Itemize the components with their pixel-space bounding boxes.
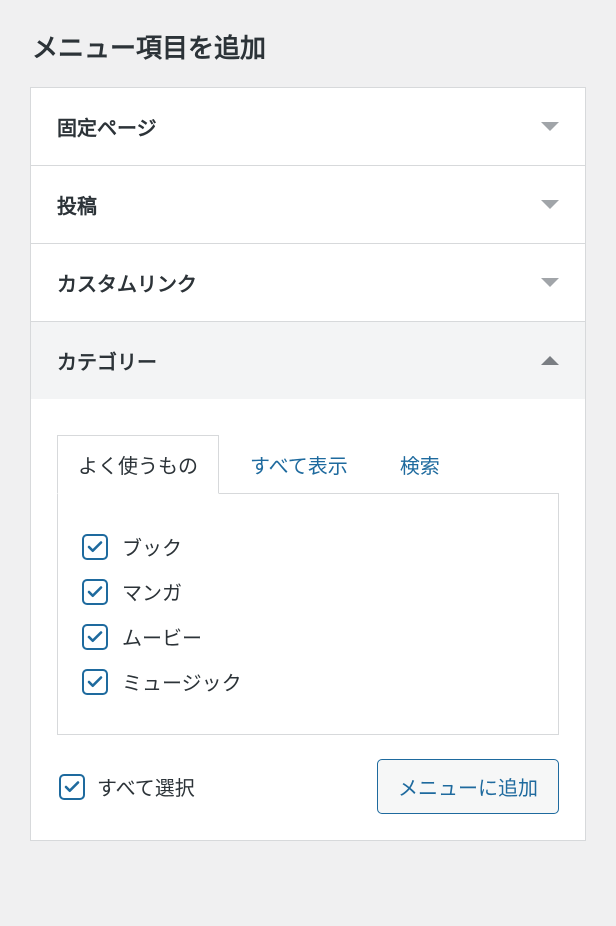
list-item: ムービー [82,614,534,659]
checkbox-category-0[interactable] [82,534,108,560]
accordion-toggle-posts[interactable]: 投稿 [31,166,585,243]
checkbox-category-3[interactable] [82,669,108,695]
accordion-section-categories: カテゴリー よく使うもの すべて表示 検索 ブック [31,322,585,840]
checkbox-category-2[interactable] [82,624,108,650]
accordion-title-posts: 投稿 [57,190,97,219]
accordion-section-custom-links: カスタムリンク [31,244,585,322]
list-item: ブック [82,524,534,569]
accordion-title-pages: 固定ページ [57,112,157,141]
select-all-group: すべて選択 [59,772,195,801]
check-icon [63,778,81,796]
check-icon [86,628,104,646]
accordion-title-categories: カテゴリー [57,346,157,375]
accordion-toggle-custom-links[interactable]: カスタムリンク [31,244,585,321]
category-label: マンガ [122,577,182,606]
list-item: マンガ [82,569,534,614]
accordion-section-posts: 投稿 [31,166,585,244]
accordion-container: 固定ページ 投稿 カスタムリンク カテゴリー よく使うもの すべて表示 検索 [30,87,586,841]
category-label: ブック [122,532,182,561]
caret-down-icon [541,122,559,131]
category-check-list: ブック マンガ ムービー [82,524,534,704]
tab-view-all[interactable]: すべて表示 [229,435,369,494]
category-label: ミュージック [122,667,242,696]
add-to-menu-button[interactable]: メニューに追加 [377,759,559,814]
caret-down-icon [541,278,559,287]
accordion-title-custom-links: カスタムリンク [57,268,197,297]
accordion-section-pages: 固定ページ [31,88,585,166]
panel-footer-row: すべて選択 メニューに追加 [57,735,559,814]
caret-down-icon [541,200,559,209]
panel-heading: メニュー項目を追加 [0,0,616,87]
category-label: ムービー [122,622,202,651]
checkbox-category-1[interactable] [82,579,108,605]
select-all-label: すべて選択 [97,772,195,801]
check-icon [86,583,104,601]
tab-most-used[interactable]: よく使うもの [57,435,219,494]
caret-up-icon [541,356,559,365]
tabs-row: よく使うもの すべて表示 検索 [57,435,559,494]
accordion-toggle-pages[interactable]: 固定ページ [31,88,585,165]
check-icon [86,673,104,691]
accordion-body-categories: よく使うもの すべて表示 検索 ブック [31,399,585,840]
accordion-toggle-categories[interactable]: カテゴリー [31,322,585,399]
check-icon [86,538,104,556]
tab-panel-most-used: ブック マンガ ムービー [57,493,559,735]
checkbox-select-all[interactable] [59,774,85,800]
tab-search[interactable]: 検索 [379,435,461,494]
list-item: ミュージック [82,659,534,704]
